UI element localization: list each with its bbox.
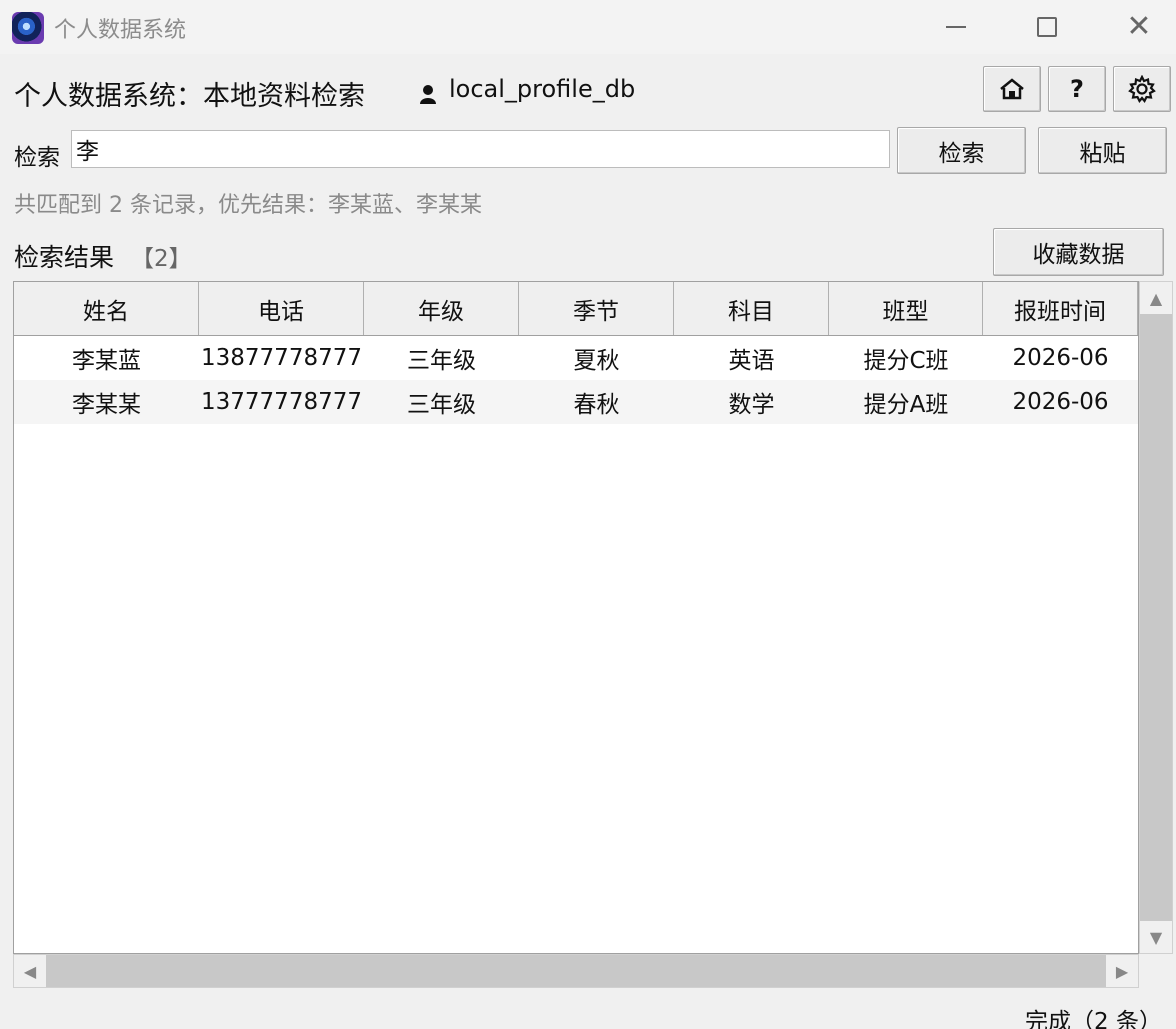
- close-icon: ✕: [1126, 9, 1152, 44]
- match-status: 共匹配到 2 条记录，优先结果：李某蓝、李某某: [14, 193, 482, 218]
- window-title: 个人数据系统: [54, 18, 187, 43]
- help-button[interactable]: ?: [1048, 66, 1106, 112]
- cell-grade: 三年级: [407, 348, 476, 374]
- triangle-right-icon: ▶: [1115, 961, 1129, 981]
- vertical-scrollbar[interactable]: ▲ ▼: [1139, 281, 1173, 954]
- search-input[interactable]: [71, 130, 890, 168]
- cell-enroll-time: 2026-06: [1012, 389, 1109, 415]
- page-title: 个人数据系统：本地资料检索: [14, 81, 365, 112]
- column-header-class-type[interactable]: 班型: [829, 282, 983, 335]
- title-bar: 个人数据系统 ✕: [0, 0, 1176, 54]
- favorite-data-button[interactable]: 收藏数据: [993, 228, 1164, 276]
- cell-class-type: 提分A班: [863, 392, 949, 418]
- scroll-up-button[interactable]: ▲: [1140, 282, 1172, 314]
- triangle-down-icon: ▼: [1149, 927, 1163, 947]
- cell-grade: 三年级: [407, 392, 476, 418]
- cell-name: 李某蓝: [72, 348, 141, 374]
- cell-season: 夏秋: [573, 348, 620, 374]
- scroll-down-button[interactable]: ▼: [1140, 921, 1172, 953]
- column-header-enroll-time[interactable]: 报班时间: [983, 282, 1138, 335]
- horizontal-scrollbar[interactable]: ◀ ▶: [13, 954, 1139, 988]
- home-icon: [1000, 78, 1024, 100]
- maximize-icon: [1037, 17, 1057, 37]
- paste-button[interactable]: 粘贴: [1038, 127, 1167, 174]
- cell-subject: 英语: [728, 348, 775, 374]
- results-heading: 检索结果: [14, 243, 115, 272]
- table-header: 姓名 电话 年级 季节 科目 班型 报班时间: [14, 282, 1138, 336]
- close-button[interactable]: ✕: [1116, 6, 1162, 48]
- home-button[interactable]: [983, 66, 1041, 112]
- triangle-left-icon: ◀: [23, 961, 37, 981]
- results-count: 【2】: [131, 246, 192, 272]
- user-icon: [420, 85, 436, 104]
- search-button[interactable]: 检索: [897, 127, 1026, 174]
- search-label: 检索: [14, 145, 60, 171]
- maximize-button[interactable]: [1024, 6, 1070, 48]
- column-header-subject[interactable]: 科目: [674, 282, 829, 335]
- minimize-icon: [946, 26, 966, 28]
- triangle-up-icon: ▲: [1149, 288, 1163, 308]
- database-name: local_profile_db: [449, 75, 636, 103]
- cell-season: 春秋: [573, 392, 620, 418]
- cell-subject: 数学: [728, 392, 775, 418]
- app-globe-icon: [12, 12, 44, 44]
- settings-button[interactable]: [1113, 66, 1171, 112]
- column-header-phone[interactable]: 电话: [199, 282, 364, 335]
- cell-class-type: 提分C班: [863, 348, 949, 374]
- cell-phone: 13877778777: [201, 345, 362, 371]
- cell-name: 李某某: [72, 392, 141, 418]
- table-row[interactable]: 李某某 13777778777 三年级 春秋 数学 提分A班 2026-06: [14, 380, 1138, 424]
- help-icon: ?: [1070, 75, 1084, 103]
- footer-status: 完成（2 条）: [1025, 1009, 1162, 1029]
- cell-enroll-time: 2026-06: [1012, 345, 1109, 371]
- column-header-season[interactable]: 季节: [519, 282, 674, 335]
- table-row[interactable]: 李某蓝 13877778777 三年级 夏秋 英语 提分C班 2026-06: [14, 336, 1138, 380]
- gear-icon: [1128, 75, 1156, 103]
- scroll-left-button[interactable]: ◀: [14, 955, 46, 987]
- column-header-grade[interactable]: 年级: [364, 282, 519, 335]
- column-header-name[interactable]: 姓名: [14, 282, 199, 335]
- cell-phone: 13777778777: [201, 389, 362, 415]
- results-table: 姓名 电话 年级 季节 科目 班型 报班时间 李某蓝 13877778777 三…: [13, 281, 1139, 954]
- minimize-button[interactable]: [933, 6, 979, 48]
- scroll-right-button[interactable]: ▶: [1106, 955, 1138, 987]
